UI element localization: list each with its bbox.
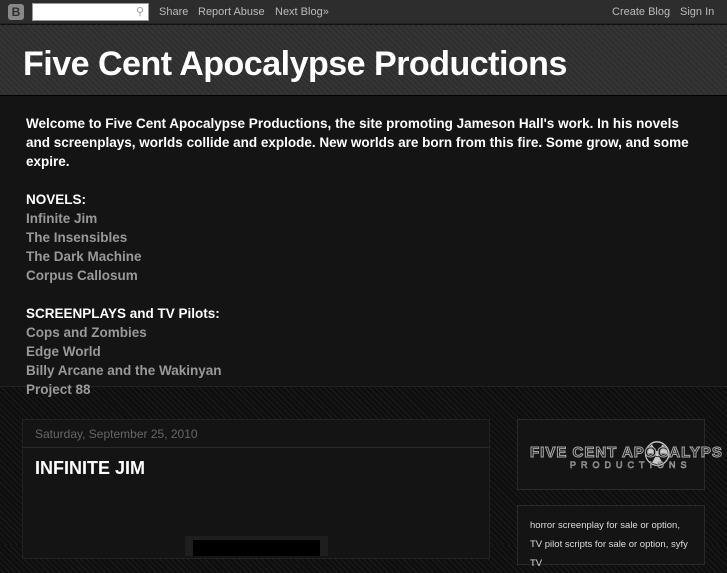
screenplay-link[interactable]: Cops and Zombies (26, 323, 701, 342)
blog-post: Saturday, September 25, 2010 INFINITE JI… (22, 419, 490, 559)
post-date: Saturday, September 25, 2010 (23, 420, 489, 448)
sidebar-logo-widget: ☢ FIVE CENT APOCALYPS PRODUCTIONS (517, 419, 722, 490)
screenplay-link[interactable]: Edge World (26, 342, 701, 361)
search-input[interactable] (33, 4, 131, 20)
intro-text: Welcome to Five Cent Apocalypse Producti… (26, 116, 689, 169)
blog-header: Five Cent Apocalypse Productions (0, 25, 727, 95)
novels-heading: NOVELS: (26, 192, 87, 207)
screenplays-heading: SCREENPLAYS and TV Pilots: (26, 306, 220, 321)
next-blog-link[interactable]: Next Blog» (275, 6, 329, 18)
logo-line1: FIVE CENT APOCALYPS (530, 444, 723, 462)
report-abuse-link[interactable]: Report Abuse (198, 6, 265, 18)
post-embedded-media[interactable] (185, 536, 328, 556)
create-blog-link[interactable]: Create Blog (612, 6, 670, 18)
search-box: ⚲ (32, 3, 149, 21)
sign-in-link[interactable]: Sign In (680, 6, 714, 18)
blog-description: Welcome to Five Cent Apocalypse Producti… (0, 95, 727, 397)
blogger-logo-icon[interactable]: B (8, 4, 24, 20)
screenplay-link[interactable]: Billy Arcane and the Wakinyan (26, 361, 701, 380)
post-title[interactable]: INFINITE JIM (35, 458, 477, 479)
search-icon[interactable]: ⚲ (136, 5, 144, 18)
screenplay-link[interactable]: Project 88 (26, 380, 701, 399)
novel-link[interactable]: Infinite Jim (26, 209, 701, 228)
logo-line2: PRODUCTIONS (570, 460, 692, 471)
novel-link[interactable]: Corpus Callosum (26, 266, 701, 285)
sidebar-text-widget: horror screenplay for sale or option, TV… (517, 505, 705, 569)
novel-link[interactable]: The Insensibles (26, 228, 701, 247)
novel-link[interactable]: The Dark Machine (26, 247, 701, 266)
blogger-navbar: B ⚲ Share Report Abuse Next Blog» Create… (0, 0, 727, 24)
share-link[interactable]: Share (159, 6, 188, 18)
blog-title[interactable]: Five Cent Apocalypse Productions (23, 45, 567, 84)
